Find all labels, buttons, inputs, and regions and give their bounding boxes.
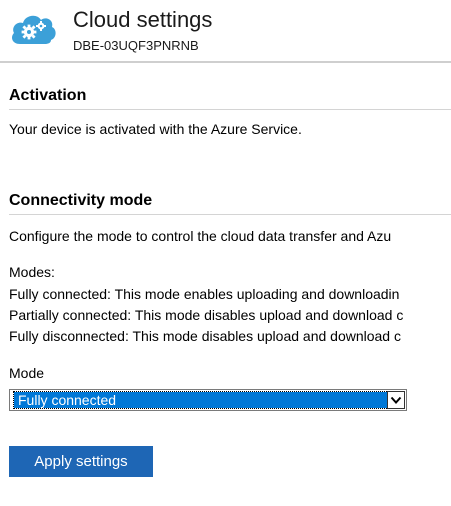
connectivity-description: Configure the mode to control the cloud … xyxy=(9,228,392,244)
header-divider xyxy=(0,61,451,63)
chevron-down-icon xyxy=(390,396,402,404)
mode-select[interactable]: Fully connected xyxy=(9,389,407,411)
mode-description-partially-connected: Partially connected: This mode disables … xyxy=(9,307,404,323)
activation-heading: Activation xyxy=(9,87,87,104)
mode-description-fully-disconnected: Fully disconnected: This mode disables u… xyxy=(9,328,401,344)
device-id: DBE-03UQF3PNRNB xyxy=(73,38,199,53)
modes-label: Modes: xyxy=(9,264,55,280)
mode-select-value: Fully connected xyxy=(13,391,389,409)
connectivity-heading: Connectivity mode xyxy=(9,192,153,209)
page-header: Cloud settings DBE-03UQF3PNRNB xyxy=(0,0,451,63)
connectivity-divider xyxy=(9,214,451,215)
page-title: Cloud settings xyxy=(73,7,213,32)
activation-divider xyxy=(9,109,451,110)
mode-description-fully-connected: Fully connected: This mode enables uploa… xyxy=(9,286,400,302)
activation-status: Your device is activated with the Azure … xyxy=(9,121,302,137)
apply-settings-button[interactable]: Apply settings xyxy=(9,446,153,477)
cloud-gears-icon xyxy=(12,15,56,44)
mode-field-label: Mode xyxy=(9,365,45,381)
mode-dropdown-button[interactable] xyxy=(387,391,405,409)
